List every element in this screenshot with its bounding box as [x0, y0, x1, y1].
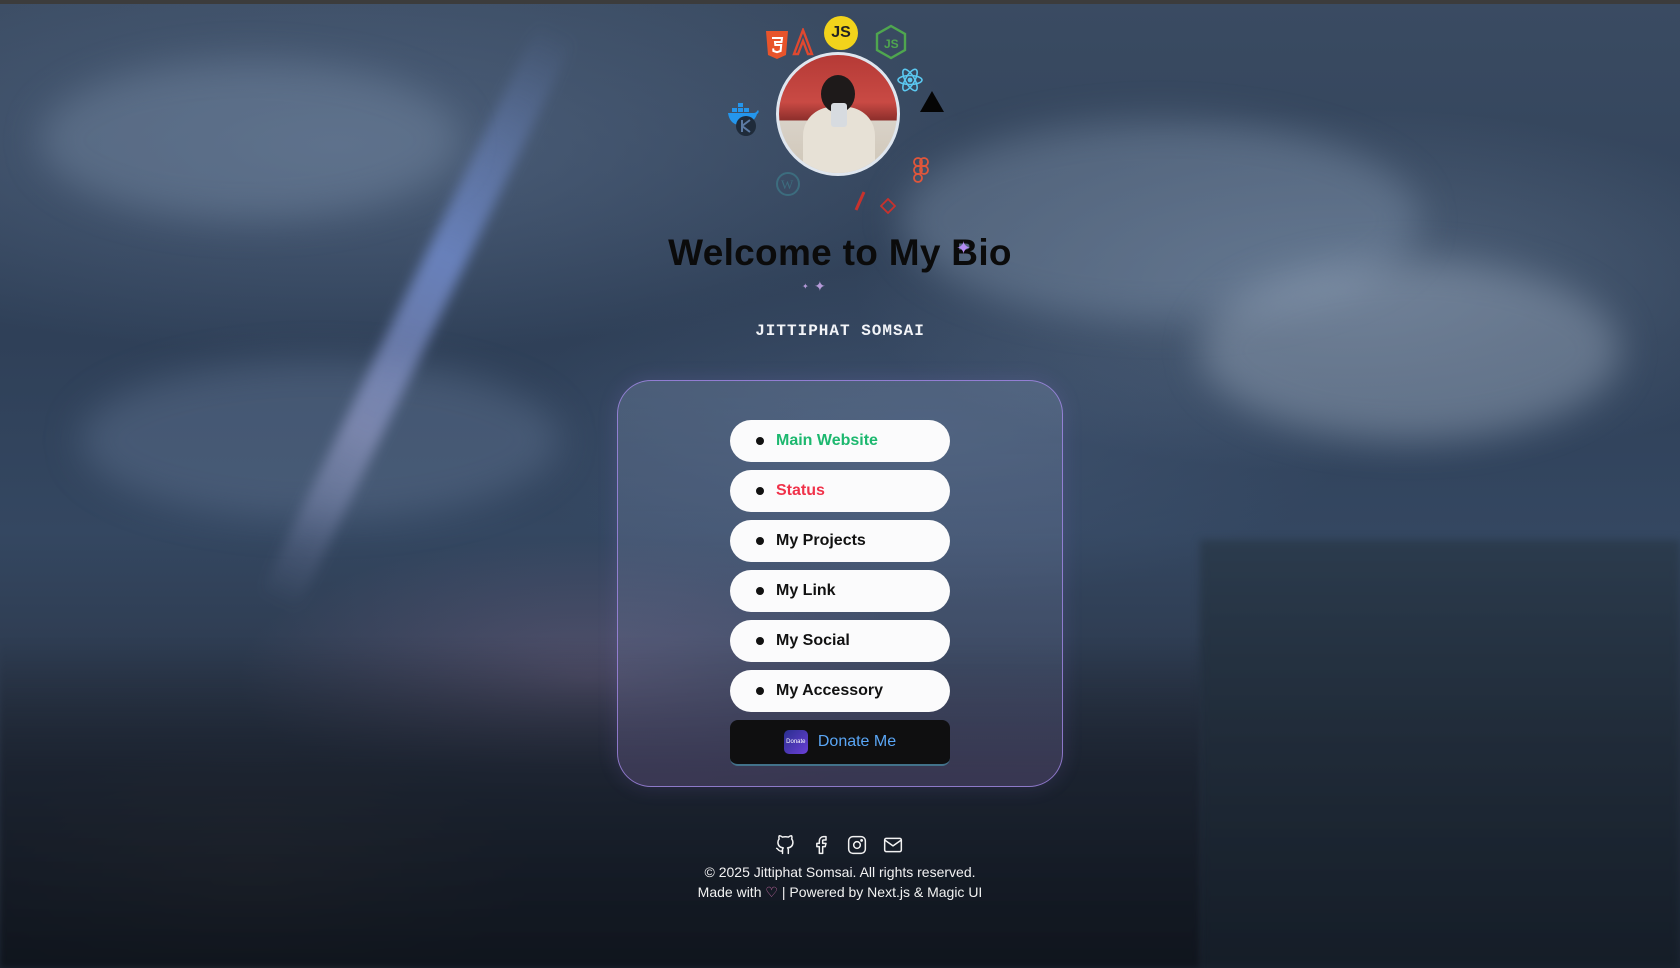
link-menu: Main Website Status My Projects My Link … — [730, 420, 950, 766]
menu-item-label: My Accessory — [776, 682, 884, 699]
pen-icon — [852, 190, 868, 212]
bullet-icon — [756, 637, 764, 645]
copyright-text: © 2025 Jittiphat Somsai. All rights rese… — [704, 864, 976, 880]
github-icon[interactable] — [774, 834, 796, 856]
nodejs-icon: JS — [874, 24, 908, 60]
avatar — [776, 52, 900, 176]
author-name: JITTIPHAT SOMSAI — [755, 322, 925, 340]
avatar-phone — [831, 103, 847, 127]
cloud — [40, 60, 460, 220]
bullet-icon — [756, 587, 764, 595]
footer-credits: Made with ♡ | Powered by Next.js & Magic… — [640, 884, 1040, 901]
menu-item-label: My Social — [776, 632, 850, 649]
menu-item-my-accessory[interactable]: My Accessory — [730, 670, 950, 712]
donate-label: Donate Me — [817, 733, 897, 750]
menu-item-label: Status — [776, 482, 825, 499]
svg-text:JS: JS — [884, 37, 899, 51]
bullet-icon — [756, 687, 764, 695]
sparkle-icon: ✦ — [814, 278, 826, 294]
heart-icon: ♡ — [765, 884, 778, 900]
kubernetes-icon — [734, 114, 758, 138]
js-icon: JS — [824, 16, 858, 50]
svg-text:W: W — [781, 177, 794, 192]
menu-item-my-social[interactable]: My Social — [730, 620, 950, 662]
wordpress-icon: W — [774, 170, 802, 198]
vercel-icon — [918, 88, 946, 116]
menu-item-main-website[interactable]: Main Website — [730, 420, 950, 462]
figma-icon — [910, 156, 932, 184]
sparkle-icon: ✦ — [956, 238, 972, 258]
donate-logo-icon: Donate — [783, 730, 808, 754]
bullet-icon — [756, 487, 764, 495]
cloud — [1200, 260, 1620, 440]
social-links — [774, 834, 904, 856]
menu-item-label: Main Website — [776, 432, 878, 449]
mail-icon[interactable] — [882, 834, 904, 856]
menu-item-my-link[interactable]: My Link — [730, 570, 950, 612]
git-icon — [880, 198, 896, 214]
background-building — [1200, 540, 1680, 968]
tech-orbit: JS JS W — [728, 10, 944, 230]
menu-item-status[interactable]: Status — [730, 470, 950, 512]
bullet-icon — [756, 537, 764, 545]
donate-button[interactable]: Donate Donate Me — [730, 720, 950, 766]
page-title: Welcome to My Bio — [668, 232, 1012, 273]
powered-by-text: | Powered by Next.js & Magic UI — [781, 884, 983, 900]
menu-item-label: My Projects — [776, 532, 866, 549]
html5-icon — [764, 30, 790, 60]
sparkle-icon: ✦ — [802, 282, 809, 291]
angular-icon — [790, 28, 816, 58]
instagram-icon[interactable] — [846, 834, 868, 856]
facebook-icon[interactable] — [810, 834, 832, 856]
menu-item-label: My Link — [776, 582, 836, 599]
bullet-icon — [756, 437, 764, 445]
top-bar — [0, 0, 1680, 4]
made-with-text: Made with — [697, 884, 762, 900]
menu-item-my-projects[interactable]: My Projects — [730, 520, 950, 562]
